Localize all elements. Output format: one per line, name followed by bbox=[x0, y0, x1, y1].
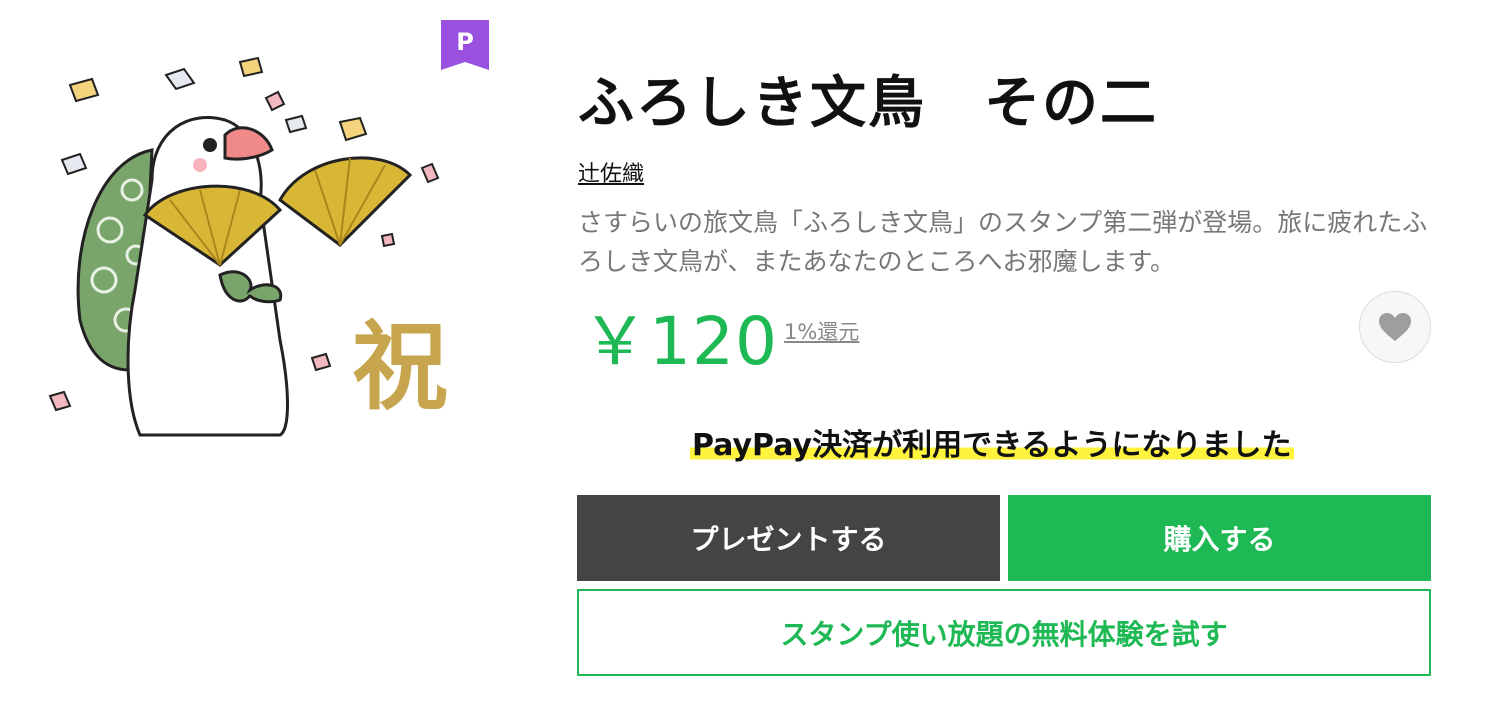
celebration-glyph: 祝 bbox=[352, 311, 448, 423]
heart-icon bbox=[1379, 313, 1411, 341]
free-trial-button-label: スタンプ使い放題の無料体験を試す bbox=[780, 617, 1228, 651]
sticker-description: さすらいの旅文鳥「ふろしき文鳥」のスタンプ第二弾が登場。旅に疲れたふろしき文鳥が… bbox=[578, 208, 1428, 276]
free-trial-button[interactable]: スタンプ使い放題の無料体験を試す bbox=[577, 589, 1431, 676]
gift-button[interactable]: プレゼントする bbox=[577, 495, 1000, 581]
cashback-link[interactable]: 1%還元 bbox=[784, 316, 859, 346]
favorite-button[interactable] bbox=[1359, 291, 1431, 363]
price: ￥120 bbox=[582, 303, 778, 380]
gift-button-label: プレゼントする bbox=[690, 523, 887, 556]
buy-button[interactable]: 購入する bbox=[1008, 495, 1431, 581]
paypay-notice: PayPay決済が利用できるようになりました bbox=[690, 420, 1294, 464]
sticker-title: ふろしき文鳥 その二 bbox=[578, 71, 1158, 136]
author-link[interactable]: 辻佐織 bbox=[578, 156, 644, 188]
sticker-image: 祝 bbox=[48, 56, 448, 437]
buy-button-label: 購入する bbox=[1163, 523, 1276, 556]
